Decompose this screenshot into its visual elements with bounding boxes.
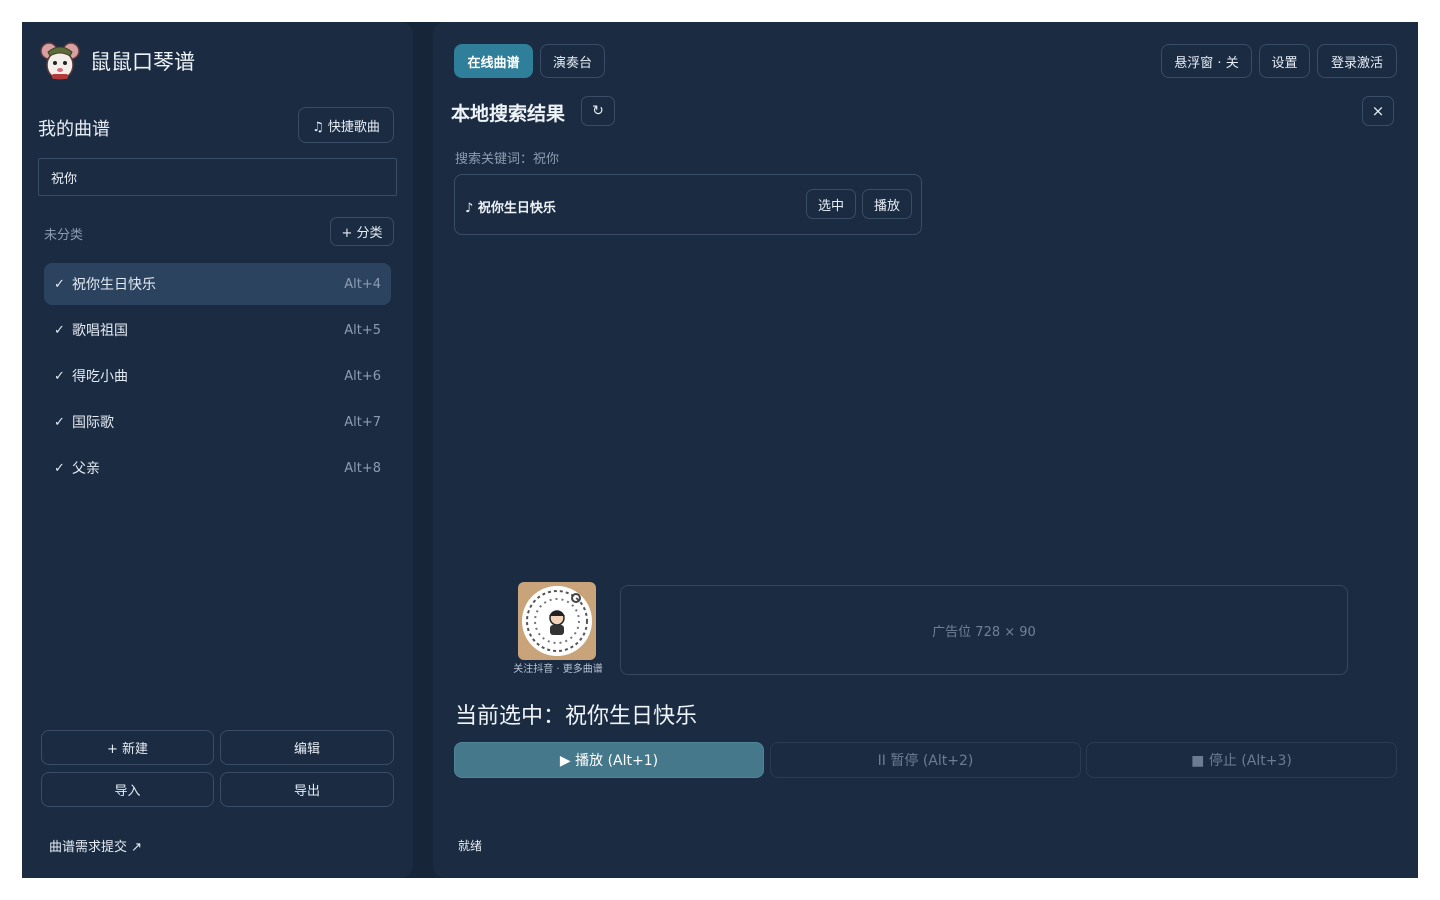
- song-hotkey: Alt+8: [344, 460, 381, 476]
- search-keyword-text: 搜索关键词：祝你: [455, 152, 560, 167]
- song-name: 歌唱祖国: [72, 323, 128, 339]
- song-name: 父亲: [72, 461, 100, 477]
- mouse-logo-icon: [40, 42, 80, 80]
- app-title: 鼠鼠口琴谱: [90, 50, 195, 74]
- results-title: 本地搜索结果: [451, 103, 566, 125]
- add-category-button[interactable]: + 分类: [330, 217, 394, 246]
- check-icon: ✓: [54, 460, 65, 476]
- export-button[interactable]: 导出: [220, 772, 394, 807]
- song-list-item[interactable]: ✓ 歌唱祖国 Alt+5: [44, 309, 391, 351]
- tab-performance[interactable]: 演奏台: [540, 44, 605, 78]
- main-panel: 在线曲谱 演奏台 悬浮窗 · 关 设置 登录激活 本地搜索结果 ↻ × 搜索关键…: [433, 22, 1418, 878]
- song-name: 国际歌: [72, 415, 114, 431]
- check-icon: ✓: [54, 368, 65, 384]
- stop-button[interactable]: ■ 停止 (Alt+3): [1086, 742, 1397, 778]
- current-selection-text: 当前选中：祝你生日快乐: [455, 704, 698, 729]
- song-name: 得吃小曲: [72, 369, 128, 385]
- qr-code-icon: [522, 586, 592, 656]
- import-button[interactable]: 导入: [41, 772, 214, 807]
- song-hotkey: Alt+6: [344, 368, 381, 384]
- refresh-icon[interactable]: ↻: [581, 96, 615, 126]
- app-window: 鼠鼠口琴谱 我的曲谱 ♫ 快捷歌曲 未分类 + 分类 ✓祝你生日快乐Alt+4✓…: [22, 22, 1418, 878]
- login-activate-button[interactable]: 登录激活: [1317, 44, 1397, 78]
- new-button[interactable]: + 新建: [41, 730, 214, 765]
- status-text: 就绪: [458, 839, 483, 853]
- douyin-qr-code[interactable]: [518, 582, 596, 660]
- float-window-toggle[interactable]: 悬浮窗 · 关: [1161, 44, 1252, 78]
- category-label: 未分类: [44, 228, 84, 243]
- song-list-item[interactable]: ✓ 父亲 Alt+8: [44, 447, 391, 489]
- result-item-name: ♪ 祝你生日快乐: [465, 201, 556, 216]
- settings-button[interactable]: 设置: [1259, 44, 1310, 78]
- edit-button[interactable]: 编辑: [220, 730, 394, 765]
- score-request-link[interactable]: 曲谱需求提交 ↗: [49, 836, 142, 855]
- song-list-item[interactable]: ✓ 国际歌 Alt+7: [44, 401, 391, 443]
- play-button[interactable]: ▶ 播放 (Alt+1): [454, 742, 764, 778]
- song-hotkey: Alt+7: [344, 414, 381, 430]
- pause-button[interactable]: II 暂停 (Alt+2): [770, 742, 1081, 778]
- check-icon: ✓: [54, 276, 65, 292]
- tab-online-scores[interactable]: 在线曲谱: [454, 44, 533, 78]
- ad-slot[interactable]: 广告位 728 × 90: [620, 585, 1348, 675]
- song-name: 祝你生日快乐: [72, 277, 156, 293]
- result-play-button[interactable]: 播放: [862, 189, 912, 219]
- result-select-button[interactable]: 选中: [806, 189, 856, 219]
- qr-caption: 关注抖音 · 更多曲谱: [513, 664, 603, 675]
- song-hotkey: Alt+5: [344, 322, 381, 338]
- my-scores-heading: 我的曲谱: [38, 119, 110, 140]
- song-list-item[interactable]: ✓ 得吃小曲 Alt+6: [44, 355, 391, 397]
- check-icon: ✓: [54, 414, 65, 430]
- result-item: ♪ 祝你生日快乐 选中 播放: [454, 174, 922, 235]
- song-list-item[interactable]: ✓ 祝你生日快乐 Alt+4: [44, 263, 391, 305]
- quick-song-button[interactable]: ♫ 快捷歌曲: [298, 107, 394, 143]
- close-icon[interactable]: ×: [1362, 96, 1394, 126]
- sidebar: 鼠鼠口琴谱 我的曲谱 ♫ 快捷歌曲 未分类 + 分类 ✓祝你生日快乐Alt+4✓…: [22, 22, 413, 878]
- search-input[interactable]: [38, 158, 397, 196]
- check-icon: ✓: [54, 322, 65, 338]
- song-hotkey: Alt+4: [344, 276, 381, 292]
